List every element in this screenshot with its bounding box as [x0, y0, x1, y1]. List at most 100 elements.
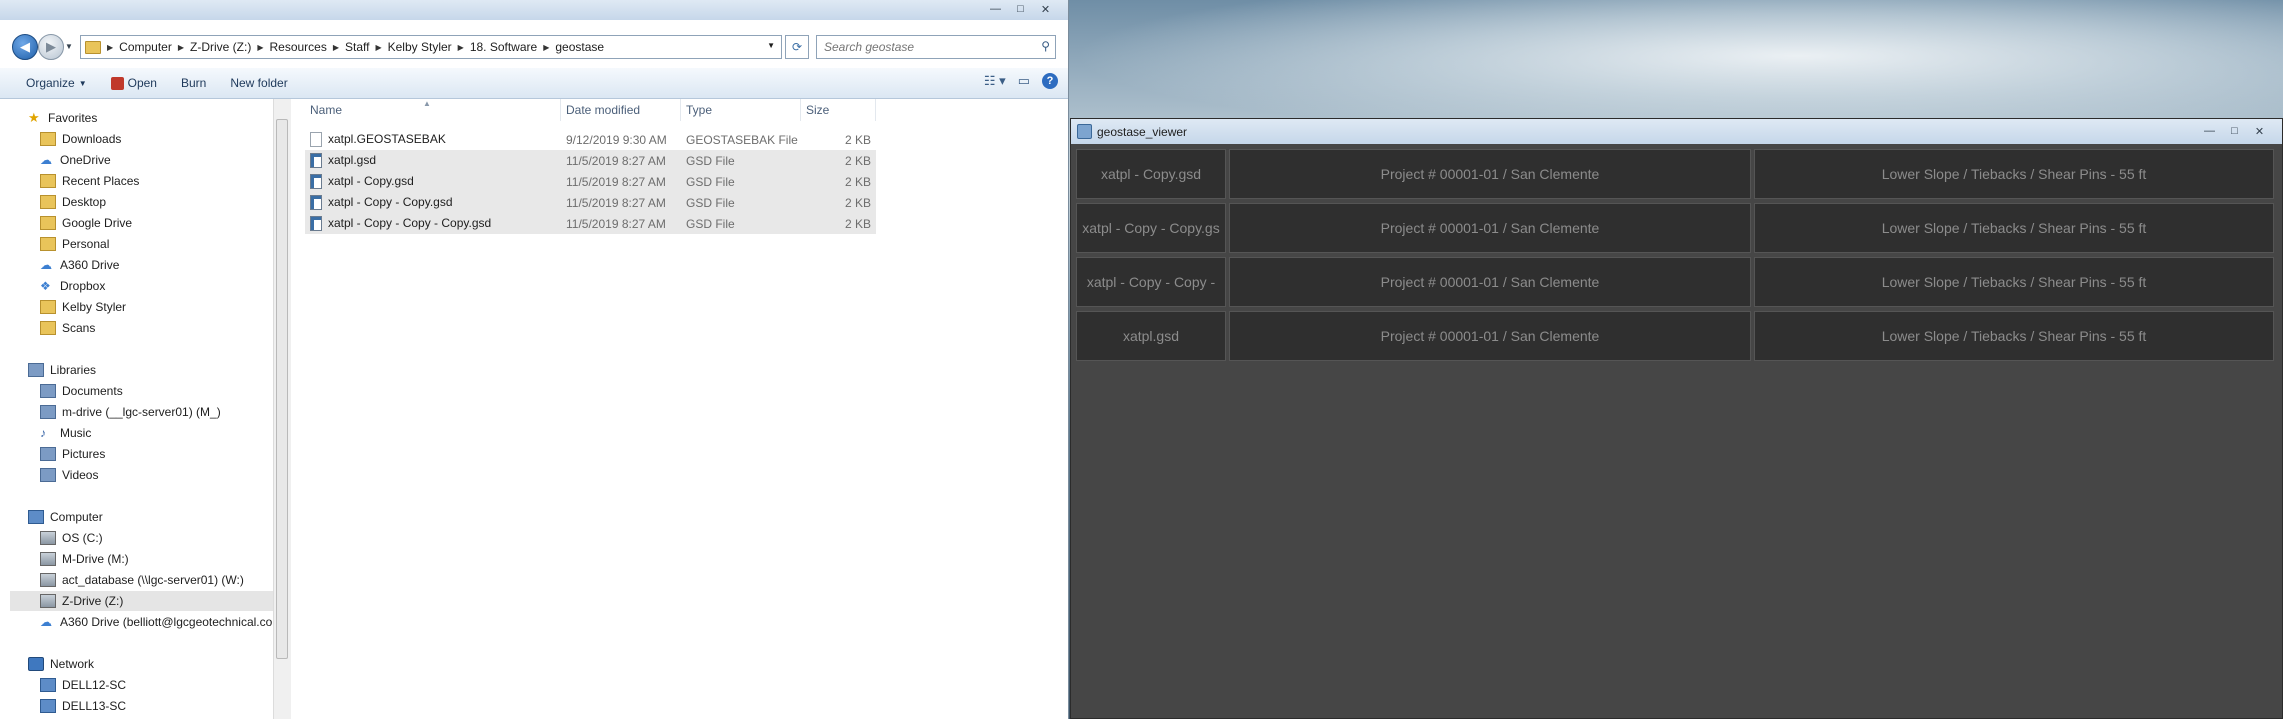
nav-onedrive[interactable]: ☁ OneDrive	[40, 150, 111, 170]
nav-a360-drive-computer[interactable]: ☁ A360 Drive (belliott@lgcgeotechnical.co	[40, 612, 272, 632]
view-options-icon[interactable]: ☷ ▾	[984, 73, 1006, 89]
nav-label: Favorites	[48, 111, 98, 125]
nav-z-drive[interactable]: Z-Drive (Z:)	[10, 591, 273, 611]
search-icon[interactable]: ⚲	[1041, 39, 1050, 53]
minimize-button[interactable]: —	[2197, 122, 2222, 140]
viewer-description-cell[interactable]: Lower Slope / Tiebacks / Shear Pins - 55…	[1754, 311, 2274, 361]
breadcrumb-staff[interactable]: Staff	[341, 40, 373, 54]
nav-personal[interactable]: Personal	[40, 234, 109, 254]
search-box[interactable]: ⚲	[816, 35, 1056, 59]
nav-documents[interactable]: Documents	[40, 381, 123, 401]
chevron-right-icon[interactable]: ▶	[255, 43, 265, 52]
breadcrumb-computer[interactable]: Computer	[115, 40, 176, 54]
viewer-description-cell[interactable]: Lower Slope / Tiebacks / Shear Pins - 55…	[1754, 257, 2274, 307]
nav-a360-drive[interactable]: ☁ A360 Drive	[40, 255, 119, 275]
nav-computer[interactable]: Computer	[28, 507, 103, 527]
file-row[interactable]: xatpl - Copy - Copy - Copy.gsd 11/5/2019…	[305, 213, 876, 234]
file-row[interactable]: xatpl - Copy.gsd 11/5/2019 8:27 AM GSD F…	[305, 171, 876, 192]
nav-os-c[interactable]: OS (C:)	[40, 528, 103, 548]
column-size[interactable]: Size	[801, 99, 876, 121]
star-icon: ★	[28, 110, 40, 125]
search-input[interactable]	[817, 39, 1026, 55]
chevron-right-icon[interactable]: ▶	[373, 43, 383, 52]
viewer-row[interactable]: xatpl - Copy.gsd Project # 00001-01 / Sa…	[1076, 149, 2274, 199]
nav-act-database[interactable]: act_database (\\lgc-server01) (W:)	[40, 570, 244, 590]
organize-button[interactable]: Organize ▼	[0, 76, 99, 90]
chevron-right-icon[interactable]: ▶	[331, 43, 341, 52]
viewer-row[interactable]: xatpl - Copy - Copy.gs Project # 00001-0…	[1076, 203, 2274, 253]
address-row: ◀ ▶ ▼ ▶ Computer ▶ Z-Drive (Z:) ▶ Resour…	[0, 0, 1068, 68]
chevron-right-icon[interactable]: ▶	[456, 43, 466, 52]
viewer-description-cell[interactable]: Lower Slope / Tiebacks / Shear Pins - 55…	[1754, 203, 2274, 253]
viewer-row[interactable]: xatpl - Copy - Copy - Project # 00001-01…	[1076, 257, 2274, 307]
nav-dell12-sc[interactable]: DELL12-SC	[40, 675, 126, 695]
column-type[interactable]: Type	[681, 99, 801, 121]
folder-icon	[40, 195, 56, 209]
viewer-row[interactable]: xatpl.gsd Project # 00001-01 / San Cleme…	[1076, 311, 2274, 361]
file-row[interactable]: xatpl - Copy - Copy.gsd 11/5/2019 8:27 A…	[305, 192, 876, 213]
new-folder-button[interactable]: New folder	[218, 76, 299, 90]
open-button[interactable]: Open	[99, 76, 169, 90]
file-type: GSD File	[686, 153, 735, 168]
nav-m-drive[interactable]: M-Drive (M:)	[40, 549, 129, 569]
viewer-project-cell[interactable]: Project # 00001-01 / San Clemente	[1229, 149, 1751, 199]
file-row[interactable]: xatpl.GEOSTASEBAK 9/12/2019 9:30 AM GEOS…	[305, 129, 876, 150]
viewer-file-cell[interactable]: xatpl - Copy.gsd	[1076, 149, 1226, 199]
back-button[interactable]: ◀	[12, 34, 38, 60]
nav-pictures[interactable]: Pictures	[40, 444, 105, 464]
preview-pane-icon[interactable]: ▭	[1018, 73, 1030, 89]
nav-favorites[interactable]: ★ Favorites	[28, 108, 97, 128]
nav-videos[interactable]: Videos	[40, 465, 98, 485]
chevron-right-icon[interactable]: ▶	[176, 43, 186, 52]
nav-scrollbar[interactable]	[273, 99, 289, 719]
address-bar[interactable]: ▶ Computer ▶ Z-Drive (Z:) ▶ Resources ▶ …	[80, 35, 782, 59]
viewer-file-cell[interactable]: xatpl - Copy - Copy -	[1076, 257, 1226, 307]
computer-icon	[40, 678, 56, 692]
address-dropdown-icon[interactable]: ▼	[767, 41, 775, 50]
breadcrumb-software[interactable]: 18. Software	[466, 40, 541, 54]
nav-google-drive[interactable]: Google Drive	[40, 213, 132, 233]
breadcrumb-kelby-styler[interactable]: Kelby Styler	[384, 40, 456, 54]
burn-button[interactable]: Burn	[169, 76, 218, 90]
breadcrumb-geostase[interactable]: geostase	[551, 40, 608, 54]
nav-dell13-sc[interactable]: DELL13-SC	[40, 696, 126, 716]
nav-libraries[interactable]: Libraries	[28, 360, 96, 380]
column-date-modified[interactable]: Date modified	[561, 99, 681, 121]
nav-label: A360 Drive (belliott@lgcgeotechnical.co	[60, 615, 273, 629]
gsd-file-icon	[310, 153, 322, 169]
recent-pages-dropdown[interactable]: ▼	[65, 42, 73, 51]
column-name[interactable]: Name	[305, 99, 561, 121]
file-type: GSD File	[686, 216, 735, 231]
nav-network[interactable]: Network	[28, 654, 94, 674]
breadcrumb-resources[interactable]: Resources	[265, 40, 330, 54]
network-icon	[28, 657, 44, 671]
file-name: xatpl.gsd	[328, 152, 377, 167]
nav-dropbox[interactable]: ❖ Dropbox	[40, 276, 105, 296]
viewer-file-cell[interactable]: xatpl.gsd	[1076, 311, 1226, 361]
chevron-right-icon[interactable]: ▶	[105, 43, 115, 52]
help-icon[interactable]: ?	[1042, 73, 1058, 89]
viewer-project-cell[interactable]: Project # 00001-01 / San Clemente	[1229, 311, 1751, 361]
viewer-description-cell[interactable]: Lower Slope / Tiebacks / Shear Pins - 55…	[1754, 149, 2274, 199]
nav-desktop[interactable]: Desktop	[40, 192, 106, 212]
forward-button[interactable]: ▶	[38, 34, 64, 60]
dropbox-icon: ❖	[40, 279, 51, 293]
chevron-right-icon[interactable]: ▶	[541, 43, 551, 52]
nav-label: m-drive (__lgc-server01) (M_)	[62, 405, 221, 419]
nav-music[interactable]: ♪ Music	[40, 423, 91, 443]
viewer-file-cell[interactable]: xatpl - Copy - Copy.gs	[1076, 203, 1226, 253]
refresh-button[interactable]: ⟳	[785, 35, 809, 59]
nav-recent-places[interactable]: Recent Places	[40, 171, 139, 191]
close-button[interactable]: ✕	[2247, 122, 2272, 140]
file-row[interactable]: xatpl.gsd 11/5/2019 8:27 AM GSD File 2 K…	[305, 150, 876, 171]
nav-kelby-styler[interactable]: Kelby Styler	[40, 297, 126, 317]
maximize-button[interactable]: □	[2222, 122, 2247, 140]
breadcrumb-z-drive[interactable]: Z-Drive (Z:)	[186, 40, 255, 54]
viewer-project-cell[interactable]: Project # 00001-01 / San Clemente	[1229, 257, 1751, 307]
nav-m-drive-library[interactable]: m-drive (__lgc-server01) (M_)	[40, 402, 221, 422]
viewer-project-cell[interactable]: Project # 00001-01 / San Clemente	[1229, 203, 1751, 253]
nav-scrollbar-thumb[interactable]	[276, 119, 288, 659]
nav-scans[interactable]: Scans	[40, 318, 95, 338]
nav-label: Network	[50, 657, 95, 671]
nav-downloads[interactable]: Downloads	[40, 129, 121, 149]
